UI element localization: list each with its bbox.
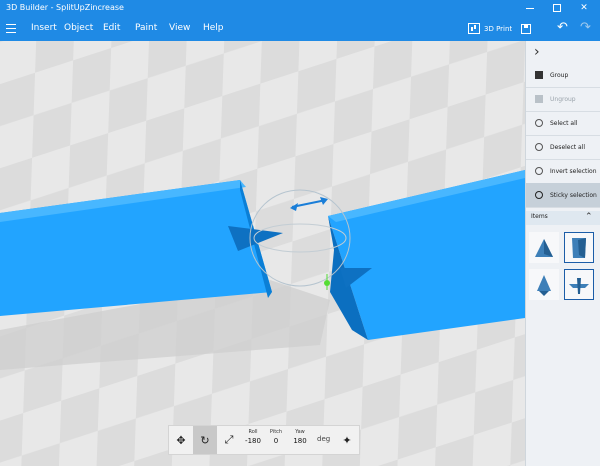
3d-print-button[interactable]: 3D Print	[468, 21, 512, 36]
snap-icon[interactable]: ✦	[335, 426, 359, 454]
yaw-value[interactable]: 180	[286, 436, 314, 447]
3d-print-icon	[468, 23, 480, 34]
redo-icon[interactable]: ↷	[580, 20, 591, 35]
right-panel: › Group Ungroup Select all Deselect all …	[525, 41, 600, 466]
3d-viewport[interactable]	[0, 41, 525, 466]
hamburger-menu-icon[interactable]	[6, 24, 16, 33]
sticky-selection-button[interactable]: Sticky selection	[526, 183, 600, 208]
3d-print-label: 3D Print	[484, 25, 512, 33]
sticky-selection-icon	[535, 191, 543, 199]
ungroup-label: Ungroup	[550, 96, 576, 103]
invert-selection-label: Invert selection	[550, 168, 597, 175]
item-thumbnail[interactable]	[564, 232, 594, 263]
items-header[interactable]: Items ⌃	[526, 211, 600, 225]
deselect-all-button[interactable]: Deselect all	[526, 135, 600, 160]
items-label: Items	[531, 213, 548, 220]
select-all-button[interactable]: Select all	[526, 111, 600, 136]
scene-canvas	[0, 41, 525, 466]
ungroup-icon	[535, 95, 543, 103]
select-all-icon	[535, 119, 543, 127]
select-all-label: Select all	[550, 120, 577, 127]
menu-paint[interactable]: Paint	[135, 22, 157, 35]
minimize-button[interactable]	[518, 0, 542, 16]
deselect-all-label: Deselect all	[550, 144, 585, 151]
undo-icon[interactable]: ↶	[557, 20, 568, 35]
save-icon[interactable]	[521, 24, 531, 34]
menu-object[interactable]: Object	[64, 22, 93, 35]
sticky-selection-label: Sticky selection	[550, 192, 597, 199]
close-button[interactable]	[572, 0, 596, 16]
invert-selection-icon	[535, 167, 543, 175]
group-icon	[535, 71, 543, 79]
menu-insert[interactable]: Insert	[31, 22, 57, 35]
maximize-button[interactable]	[545, 0, 569, 16]
move-icon[interactable]: ✥	[169, 426, 193, 454]
yaw-label: Yaw	[286, 429, 314, 436]
chevron-up-icon[interactable]: ⌃	[585, 212, 593, 222]
menu-bar: Insert Object Edit Paint View Help 3D Pr…	[0, 16, 600, 41]
invert-selection-button[interactable]: Invert selection	[526, 159, 600, 184]
yaw-field[interactable]: Yaw 180	[286, 429, 314, 447]
scale-icon[interactable]: ⤢	[217, 426, 241, 454]
transform-toolbar: ✥ ↻ ⤢ Roll -180 Pitch 0 Yaw 180 deg ✦	[168, 425, 360, 455]
group-button[interactable]: Group	[526, 63, 600, 88]
deselect-all-icon	[535, 143, 543, 151]
title-bar: 3D Builder - SplitUpZincrease	[0, 0, 600, 16]
item-thumbnail[interactable]	[529, 269, 559, 300]
app-window: 3D Builder - SplitUpZincrease Insert Obj…	[0, 0, 600, 466]
rotate-icon[interactable]: ↻	[193, 426, 217, 454]
group-label: Group	[550, 72, 568, 79]
unit-label: deg	[317, 435, 330, 443]
item-thumbnail[interactable]	[564, 269, 594, 300]
ungroup-button[interactable]: Ungroup	[526, 87, 600, 112]
chevron-right-icon[interactable]: ›	[534, 44, 540, 60]
menu-edit[interactable]: Edit	[103, 22, 120, 35]
menu-help[interactable]: Help	[203, 22, 224, 35]
item-thumbnail[interactable]	[529, 232, 559, 263]
menu-view[interactable]: View	[169, 22, 190, 35]
window-title: 3D Builder - SplitUpZincrease	[6, 2, 124, 14]
